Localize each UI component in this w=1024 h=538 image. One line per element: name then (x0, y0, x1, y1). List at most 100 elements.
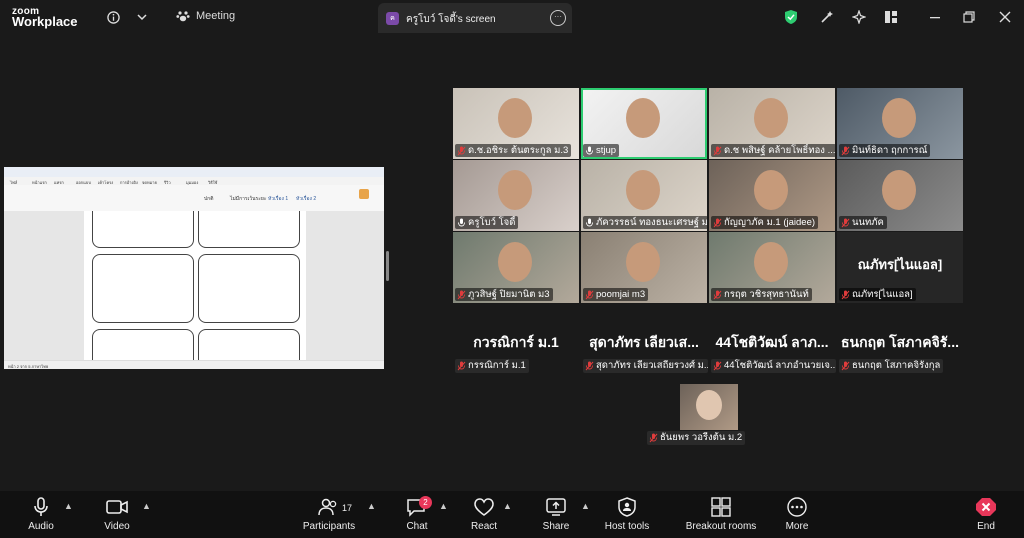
participant-tile[interactable]: มินท์ธิดา ฤกการณ์ (837, 88, 963, 159)
shield-icon (618, 497, 636, 517)
participant-name-tag: poomjai m3 (583, 288, 649, 301)
participant-name-tag: นนทภัค (839, 216, 887, 229)
participant-name: ด.ช.อชิระ ต้นตระกูล ม.3 (468, 145, 569, 156)
mic-icon (585, 218, 594, 228)
share-options-caret[interactable]: ▲ (581, 501, 590, 511)
more-options-icon[interactable]: ··· (550, 10, 566, 26)
end-x-icon (976, 498, 996, 516)
participant-tile[interactable]: กัญญาภัค ม.1 (jaidee) (709, 160, 835, 231)
participant-video (626, 170, 660, 210)
participant-video (882, 98, 916, 138)
more-label: More (785, 521, 809, 532)
end-meeting-button[interactable]: End (970, 491, 1002, 538)
participant-name: กรฤต วชิรสุทธานันท์ (724, 289, 809, 300)
breakout-rooms-button[interactable]: Breakout rooms (682, 491, 760, 538)
participant-tile[interactable]: poomjai m3 (581, 232, 707, 303)
more-button[interactable]: More (780, 491, 814, 538)
doc-card (92, 254, 194, 323)
style-heading1: หัวเรื่อง 1 (268, 196, 289, 202)
audio-button[interactable]: Audio (20, 491, 62, 538)
participants-label: Participants (302, 521, 356, 532)
info-icon[interactable] (104, 8, 122, 26)
react-options-caret[interactable]: ▲ (503, 501, 512, 511)
participant-video (754, 242, 788, 282)
participant-name: ณภัทร[ไนแอล] (852, 289, 913, 300)
participant-video (498, 170, 532, 210)
react-button[interactable]: React (466, 491, 502, 538)
document-area (4, 211, 384, 361)
resize-handle[interactable] (386, 251, 389, 281)
participant-name: stjup (596, 145, 617, 156)
ai-companion-icon[interactable] (850, 8, 868, 26)
minimize-icon[interactable] (926, 8, 944, 26)
participant-name-tag: ณภัทร[ไนแอล] (839, 288, 916, 301)
participant-tile[interactable] (680, 384, 738, 430)
participant-name-tag[interactable]: ธนกฤต โสภาคจิรังกุล (839, 359, 944, 373)
participant-tile[interactable]: stjup (581, 88, 707, 159)
participant-video (754, 170, 788, 210)
end-label: End (977, 521, 995, 532)
participant-name: poomjai m3 (596, 289, 646, 300)
share-screen-tab[interactable]: ค ครูโบว์ โจดี้'s screen ··· (378, 3, 572, 33)
mic-muted-icon (457, 290, 466, 300)
mic-muted-icon (585, 290, 594, 300)
participant-name-tag: stjup (583, 144, 620, 157)
video-label: Video (104, 521, 130, 532)
participant-name: สุดาภัทร เลียวเสถียรวงศ์ ม... (596, 360, 708, 371)
restore-icon[interactable] (960, 8, 978, 26)
mic-muted-icon (841, 146, 850, 156)
participant-tile[interactable]: ครูโบว์ โจดี้ (453, 160, 579, 231)
participants-options-caret[interactable]: ▲ (367, 501, 376, 511)
participant-tile[interactable]: ณภัทร[ไนแอล] ณภัทร[ไนแอล] (837, 232, 963, 303)
mic-muted-icon (585, 361, 594, 371)
meeting-tab[interactable]: Meeting (176, 10, 235, 22)
participant-tile[interactable]: ภูวสิษฐ์ ปิยมานิต ม3 (453, 232, 579, 303)
meeting-label: Meeting (196, 10, 236, 22)
mic-muted-icon (713, 361, 722, 371)
mic-muted-icon (841, 218, 850, 228)
paw-icon (176, 11, 190, 22)
participant-name-tag[interactable]: 44โชติวัฒน์ ลาภอำนวยเจ... (711, 359, 836, 373)
participant-tile[interactable]: ภัควรรธน์ ทองธนะเศรษฐ์ ม.1 (581, 160, 707, 231)
participant-video (626, 242, 660, 282)
participant-video (498, 98, 532, 138)
participant-name-tag: มินท์ธิดา ฤกการณ์ (839, 144, 931, 157)
word-status-bar: หน้า 2 จาก 5 ภาษาไทย (4, 360, 384, 369)
layout-view-icon[interactable] (882, 8, 900, 26)
chevron-down-icon[interactable] (133, 8, 151, 26)
video-button[interactable]: Video (96, 491, 138, 538)
participant-big-name: ธนกฤต โสภาคจิรั... (841, 334, 959, 350)
audio-options-caret[interactable]: ▲ (64, 501, 73, 511)
logo-line2: Workplace (12, 14, 78, 29)
video-options-caret[interactable]: ▲ (142, 501, 151, 511)
shared-screen[interactable]: ไฟล์ หน้าแรก แทรก ออกแบบ เค้าโครง การอ้างอิงจ… (4, 167, 384, 369)
mic-muted-icon (457, 361, 466, 371)
mic-muted-icon (841, 290, 850, 300)
chat-options-caret[interactable]: ▲ (439, 501, 448, 511)
participant-tile[interactable]: ด.ช พสิษฐ์ คล้ายโพธิ์ทอง ... (709, 88, 835, 159)
participant-name: ด.ช พสิษฐ์ คล้ายโพธิ์ทอง ... (724, 145, 835, 156)
host-tools-label: Host tools (604, 521, 650, 532)
participant-name-tag[interactable]: สุดาภัทร เลียวเสถียรวงศ์ ม... (583, 359, 708, 373)
style-normal: ปกติ (204, 196, 214, 202)
participant-name: กรรณิการ์ ม.1 (468, 360, 526, 371)
share-tab-avatar: ค (386, 12, 399, 25)
react-label: React (470, 521, 498, 532)
participant-tile[interactable]: กรฤต วชิรสุทธานันท์ (709, 232, 835, 303)
shield-check-icon[interactable] (782, 8, 800, 26)
heart-icon (474, 498, 494, 516)
share-button[interactable]: Share (538, 491, 574, 538)
participants-button[interactable]: Participants (300, 491, 358, 538)
participant-tile[interactable]: ด.ช.อชิระ ต้นตระกูล ม.3 (453, 88, 579, 159)
annotate-wand-icon[interactable] (818, 8, 836, 26)
participant-big-name: 44โชติวัฒน์ ลาภ... (715, 334, 829, 350)
participant-name-tag: ภัควรรธน์ ทองธนะเศรษฐ์ ม.1 (583, 216, 707, 229)
participant-tile[interactable]: นนทภัค (837, 160, 963, 231)
designer-icon (359, 189, 369, 199)
participant-big-name: ณภัทร[ไนแอล] (857, 257, 943, 272)
close-icon[interactable] (996, 8, 1014, 26)
participant-name-tag[interactable]: กรรณิการ์ ม.1 (455, 359, 529, 373)
host-tools-button[interactable]: Host tools (600, 491, 654, 538)
video-camera-icon (106, 500, 128, 514)
participant-video (626, 98, 660, 138)
